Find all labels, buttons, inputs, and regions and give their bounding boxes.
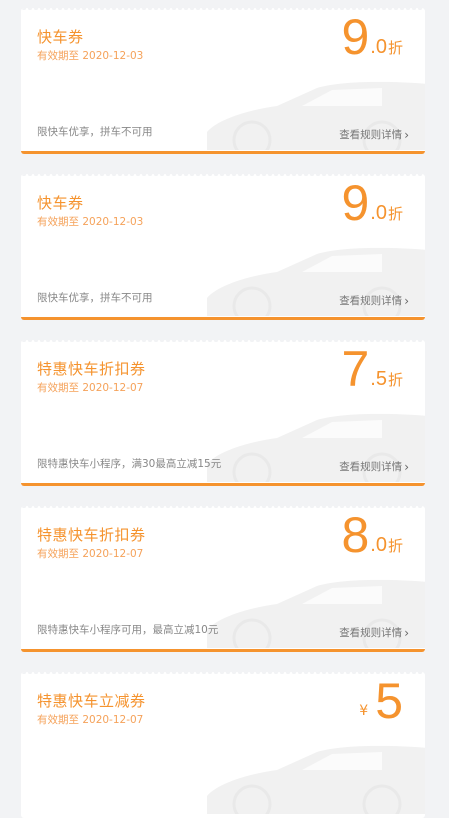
coupon-card[interactable]: 特惠快车立减券 有效期至 2020-12-07 ¥5 <box>21 672 425 818</box>
coupon-restriction: 限特惠快车小程序，满30最高立减15元 <box>37 458 222 470</box>
amount-value: 5 <box>375 673 403 729</box>
coupon-card[interactable]: 特惠快车折扣券 有效期至 2020-12-07 7.5 折 限特惠快车小程序，满3… <box>21 340 425 486</box>
coupon-restriction: 限特惠快车小程序可用，最高立减10元 <box>37 624 219 636</box>
discount-unit: 折 <box>387 371 403 389</box>
coupon-amount: ¥5 <box>359 676 403 726</box>
view-rules-link[interactable]: 查看规则详情 › <box>339 293 409 308</box>
coupon-card[interactable]: 快车券 有效期至 2020-12-03 9.0 折 限快车优享，拼车不可用 查看规… <box>21 8 425 154</box>
discount-unit: 折 <box>387 39 403 57</box>
discount-decimal: .0 <box>370 534 387 556</box>
view-rules-link[interactable]: 查看规则详情 › <box>339 459 409 474</box>
discount-decimal: .0 <box>370 36 387 58</box>
coupon-validity: 有效期至 2020-12-07 <box>37 714 144 726</box>
coupon-discount: 9.0 折 <box>341 178 403 228</box>
chevron-right-icon: › <box>404 625 409 640</box>
view-rules-link[interactable]: 查看规则详情 › <box>339 625 409 640</box>
discount-unit: 折 <box>387 537 403 555</box>
rules-label: 查看规则详情 <box>339 129 403 141</box>
coupon-title: 特惠快车立减券 <box>37 692 146 710</box>
chevron-right-icon: › <box>404 459 409 474</box>
discount-integer: 9 <box>341 9 370 65</box>
coupon-title: 特惠快车折扣券 <box>37 360 146 378</box>
coupon-discount: 7.5 折 <box>341 344 403 394</box>
coupon-validity: 有效期至 2020-12-03 <box>37 216 144 228</box>
discount-unit: 折 <box>387 205 403 223</box>
coupon-discount: 9.0 折 <box>341 12 403 62</box>
discount-integer: 9 <box>341 175 370 231</box>
chevron-right-icon: › <box>404 293 409 308</box>
discount-integer: 7 <box>341 341 370 397</box>
coupon-validity: 有效期至 2020-12-03 <box>37 50 144 62</box>
coupon-validity: 有效期至 2020-12-07 <box>37 548 144 560</box>
rules-label: 查看规则详情 <box>339 627 403 639</box>
chevron-right-icon: › <box>404 127 409 142</box>
rules-label: 查看规则详情 <box>339 461 403 473</box>
coupon-title: 特惠快车折扣券 <box>37 526 146 544</box>
coupon-restriction: 限快车优享，拼车不可用 <box>37 126 153 138</box>
coupon-discount: 8.0 折 <box>341 510 403 560</box>
car-watermark-icon <box>207 745 425 814</box>
coupon-title: 快车券 <box>37 28 84 46</box>
rules-label: 查看规则详情 <box>339 295 403 307</box>
coupon-restriction: 限快车优享，拼车不可用 <box>37 292 153 304</box>
discount-decimal: .5 <box>370 368 387 390</box>
coupon-card[interactable]: 快车券 有效期至 2020-12-03 9.0 折 限快车优享，拼车不可用 查看规… <box>21 174 425 320</box>
coupon-title: 快车券 <box>37 194 84 212</box>
coupon-card[interactable]: 特惠快车折扣券 有效期至 2020-12-07 8.0 折 限特惠快车小程序可用，… <box>21 506 425 652</box>
discount-decimal: .0 <box>370 202 387 224</box>
view-rules-link[interactable]: 查看规则详情 › <box>339 127 409 142</box>
coupon-validity: 有效期至 2020-12-07 <box>37 382 144 394</box>
discount-integer: 8 <box>341 507 370 563</box>
currency-symbol: ¥ <box>359 703 369 719</box>
